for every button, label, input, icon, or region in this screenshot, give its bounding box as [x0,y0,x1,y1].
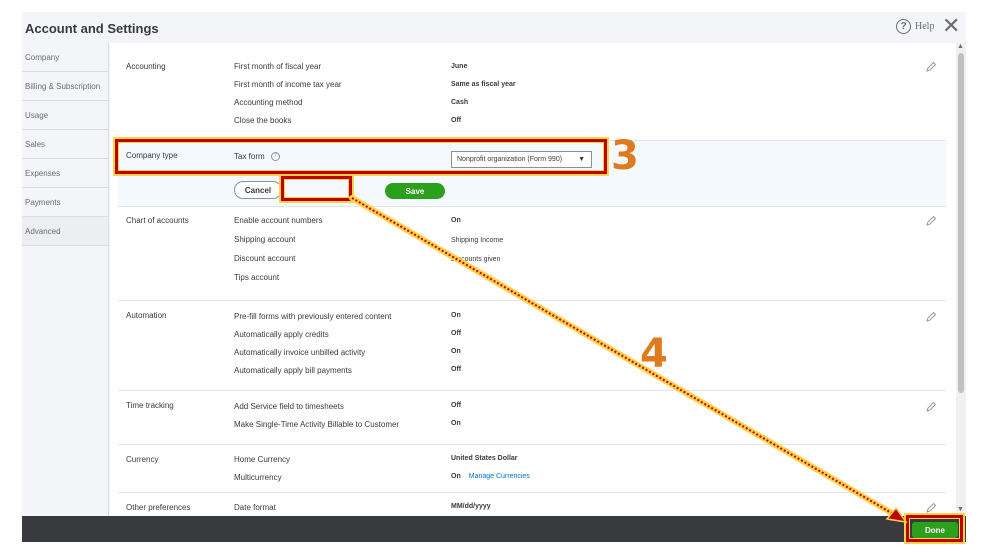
done-button[interactable]: Done [912,522,958,538]
sidebar-item-payments[interactable]: Payments [22,188,108,217]
info-icon[interactable]: ? [270,152,280,162]
section-automation: Automation Pre-fill forms with previousl… [118,301,946,391]
setting-label: Accounting method [234,98,303,107]
scroll-down-icon[interactable]: ▼ [957,506,964,513]
setting-label: Home Currency [234,455,291,464]
cancel-button[interactable]: Cancel [234,181,282,199]
tax-form-select[interactable]: Nonprofit organization (Form 990) ▼ [451,151,592,168]
sidebar-item-advanced[interactable]: Advanced [22,217,108,246]
setting-label: Pre-fill forms with previously entered c… [234,312,392,321]
setting-label: First month of income tax year [234,80,342,89]
scroll-thumb[interactable] [958,53,964,393]
section-label: Time tracking [126,401,174,410]
pencil-icon[interactable] [925,215,937,227]
section-company-type: Company type Tax form? Nonprofit organiz… [118,141,946,207]
setting-label: Enable account numbers [234,216,323,225]
setting-value: United States Dollar [451,455,518,462]
section-accounting: Accounting First month of fiscal year Ju… [118,55,946,141]
setting-label: Automatically apply credits [234,330,329,339]
close-icon[interactable]: ✕ [942,15,960,37]
section-time-tracking: Time tracking Add Service field to times… [118,391,946,445]
section-other-preferences: Other preferences Date format MM/dd/yyyy [118,493,946,516]
setting-value: Same as fiscal year [451,81,516,88]
save-button[interactable]: Save [385,183,445,199]
setting-label: First month of fiscal year [234,62,322,71]
section-label: Company type [126,151,178,160]
setting-label: Automatically invoice unbilled activity [234,348,366,357]
settings-sidebar: Company Billing & Subscription Usage Sal… [22,43,109,523]
setting-label: Tips account [234,273,280,282]
help-icon: ? [896,19,911,34]
help-button[interactable]: ? Help [896,19,934,34]
pencil-icon[interactable] [925,401,937,413]
help-label: Help [915,21,935,32]
setting-value: On [451,312,461,319]
dialog-footer: Done [22,516,966,542]
setting-label: Add Service field to timesheets [234,402,344,411]
setting-label: Multicurrency [234,473,282,482]
tax-form-label: Tax form? [234,152,280,162]
setting-value: Off [451,366,462,373]
sidebar-item-company[interactable]: Company [22,43,108,72]
section-label: Automation [126,311,167,320]
settings-dialog: Account and Settings ? Help ✕ Company Bi… [22,12,966,542]
setting-value: On [451,473,461,480]
manage-currencies-link[interactable]: Manage Currencies [469,473,530,480]
setting-value: On [451,420,461,427]
section-label: Accounting [126,62,166,71]
tax-form-label-text: Tax form [234,152,265,161]
setting-value: Off [451,330,462,337]
setting-value: On [451,217,461,224]
section-chart-of-accounts: Chart of accounts Enable account numbers… [118,207,946,301]
settings-content: Accounting First month of fiscal year Ju… [110,43,956,516]
setting-label: Discount account [234,254,296,263]
pencil-icon[interactable] [925,502,937,514]
section-currency: Currency Home Currency United States Dol… [118,445,946,493]
sidebar-item-usage[interactable]: Usage [22,101,108,130]
section-label: Currency [126,455,159,464]
section-label: Chart of accounts [126,216,189,225]
content-scrollbar[interactable]: ▲ ▼ [956,43,966,516]
page-title: Account and Settings [25,21,159,36]
setting-value: On [451,348,461,355]
section-label: Other preferences [126,503,191,512]
pencil-icon[interactable] [925,61,937,73]
setting-value: Cash [451,99,469,106]
setting-label: Date format [234,503,276,512]
multicurrency-value: On Manage Currencies [451,473,530,480]
setting-label: Automatically apply bill payments [234,366,352,375]
setting-value: June [451,63,468,70]
setting-label: Close the books [234,116,292,125]
setting-value: Shipping Income [451,237,504,244]
tax-form-selected-value: Nonprofit organization (Form 990) [457,156,563,163]
setting-label: Make Single-Time Activity Billable to Cu… [234,420,400,429]
setting-value: Discounts given [451,256,501,263]
sidebar-item-sales[interactable]: Sales [22,130,108,159]
pencil-icon[interactable] [925,311,937,323]
dropdown-arrow-icon: ▼ [578,156,585,163]
scroll-up-icon[interactable]: ▲ [957,43,964,50]
sidebar-item-expenses[interactable]: Expenses [22,159,108,188]
setting-value: Off [451,402,462,409]
setting-label: Shipping account [234,235,296,244]
sidebar-item-billing[interactable]: Billing & Subscription [22,72,108,101]
setting-value: Off [451,117,462,124]
setting-value: MM/dd/yyyy [451,503,491,510]
